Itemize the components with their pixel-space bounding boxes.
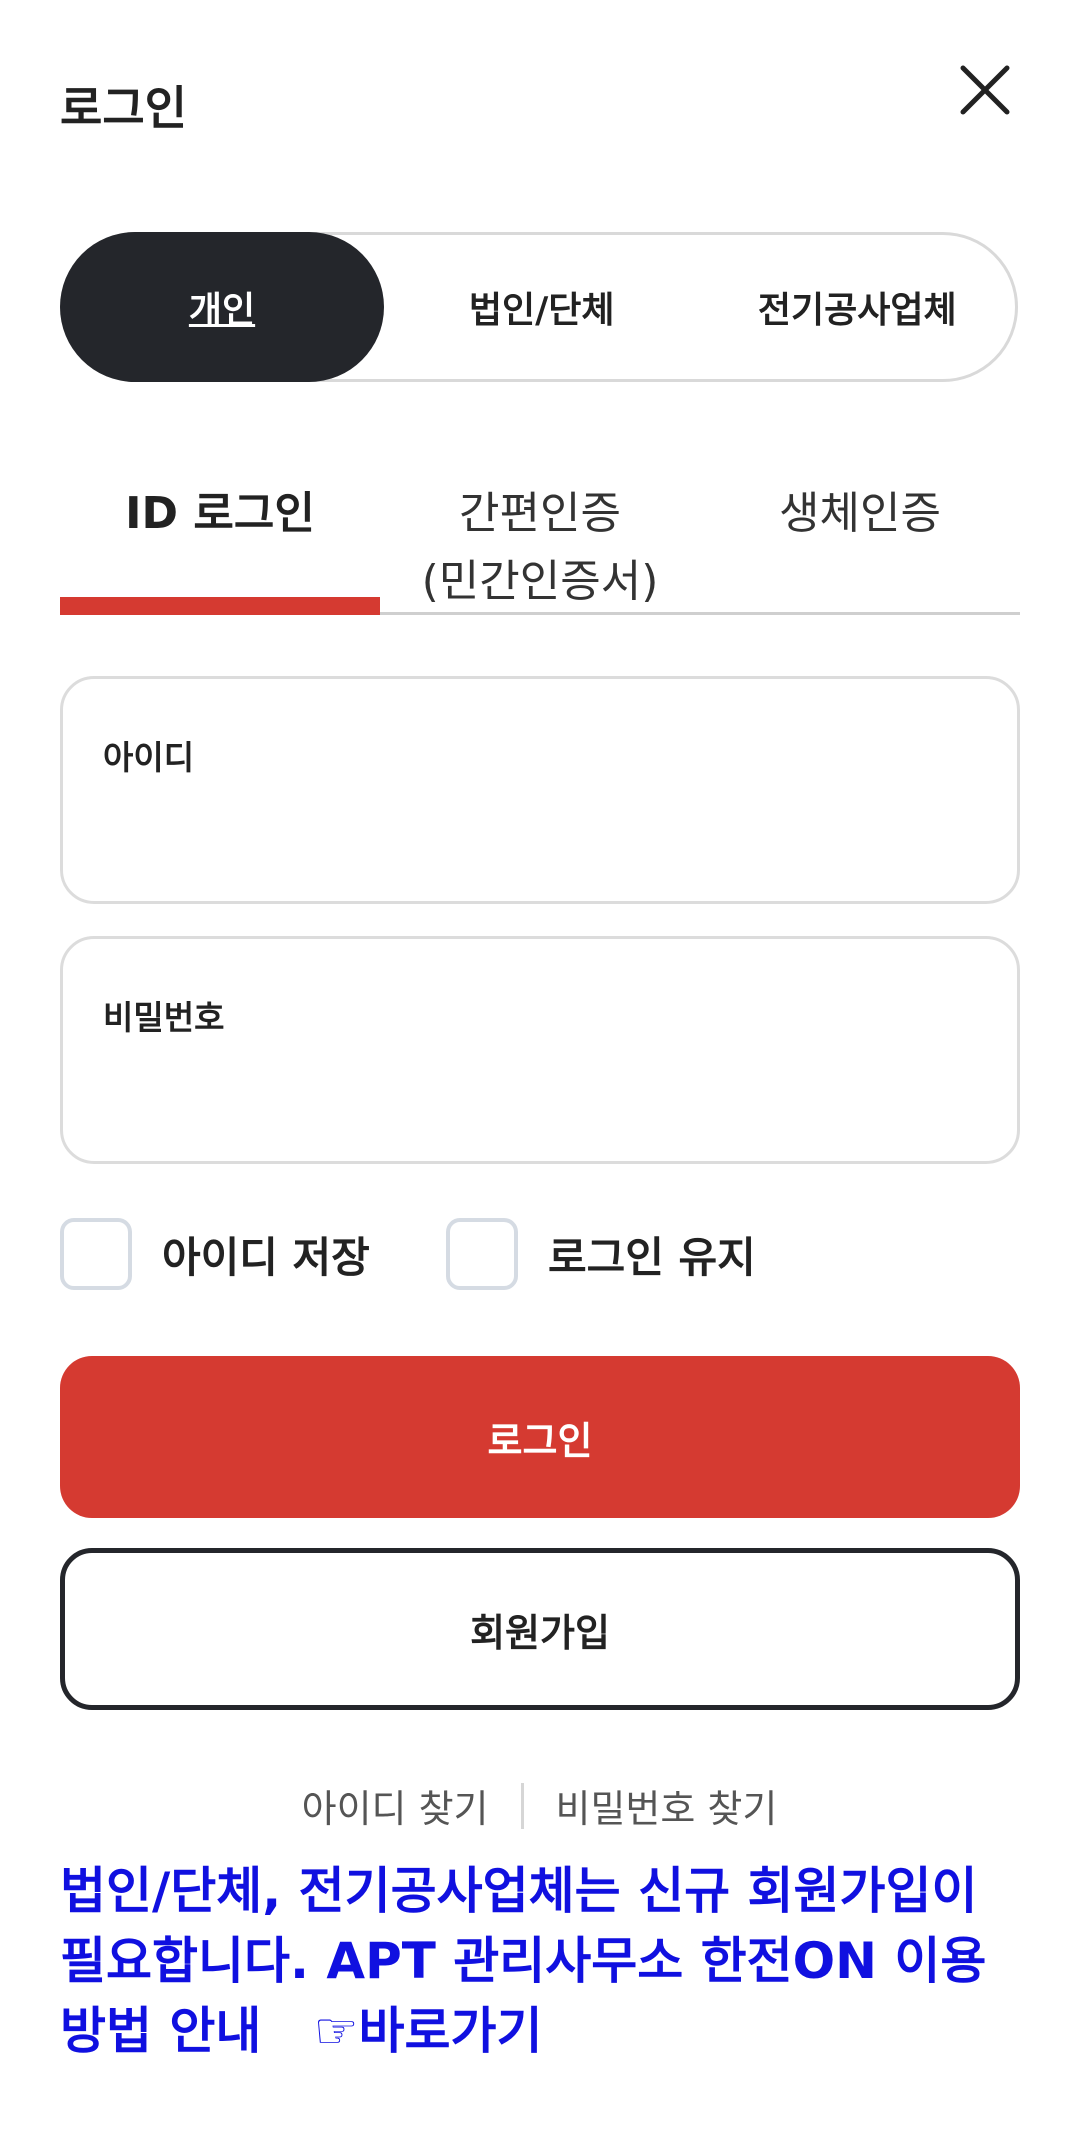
id-field: 아이디 xyxy=(60,676,1020,904)
find-account-links: 아이디 찾기 비밀번호 찾기 xyxy=(0,1778,1079,1833)
link-divider xyxy=(520,1782,524,1829)
tab-id-login[interactable]: ID 로그인 xyxy=(60,470,380,615)
id-input[interactable] xyxy=(103,789,977,861)
member-type-corporate[interactable]: 법인/단체 xyxy=(384,235,700,379)
signup-button[interactable]: 회원가입 xyxy=(60,1548,1020,1710)
close-icon[interactable] xyxy=(955,60,1015,120)
password-field-label: 비밀번호 xyxy=(103,998,225,1037)
save-id-label[interactable]: 아이디 저장 xyxy=(162,1224,370,1285)
id-field-label: 아이디 xyxy=(103,738,195,777)
member-type-electrical-contractor[interactable]: 전기공사업체 xyxy=(700,235,1016,379)
go-to-link[interactable]: ☞바로가기 xyxy=(314,2002,543,2060)
keep-login-checkbox[interactable] xyxy=(446,1218,518,1290)
password-field: 비밀번호 xyxy=(60,936,1020,1164)
member-type-selector: 개인 법인/단체 전기공사업체 xyxy=(60,232,1018,382)
login-method-tabs: ID 로그인 간편인증 (민간인증서) 생체인증 xyxy=(60,470,1020,615)
keep-login-option: 로그인 유지 xyxy=(446,1218,756,1290)
find-id-link[interactable]: 아이디 찾기 xyxy=(302,1778,489,1833)
find-password-link[interactable]: 비밀번호 찾기 xyxy=(556,1778,778,1833)
login-button[interactable]: 로그인 xyxy=(60,1356,1020,1518)
signup-notice: 법인/단체, 전기공사업체는 신규 회원가입이 필요합니다. APT 관리사무소… xyxy=(60,1856,1030,2066)
save-id-checkbox[interactable] xyxy=(60,1218,132,1290)
save-id-option: 아이디 저장 xyxy=(60,1218,370,1290)
page-title: 로그인 xyxy=(60,81,187,135)
password-input[interactable] xyxy=(103,1049,977,1121)
tab-simple-auth[interactable]: 간편인증 (민간인증서) xyxy=(380,470,700,612)
tab-biometric-auth[interactable]: 생체인증 xyxy=(700,470,1020,612)
close-button[interactable] xyxy=(955,60,1015,120)
member-type-individual[interactable]: 개인 xyxy=(60,232,384,382)
keep-login-label[interactable]: 로그인 유지 xyxy=(548,1224,756,1285)
